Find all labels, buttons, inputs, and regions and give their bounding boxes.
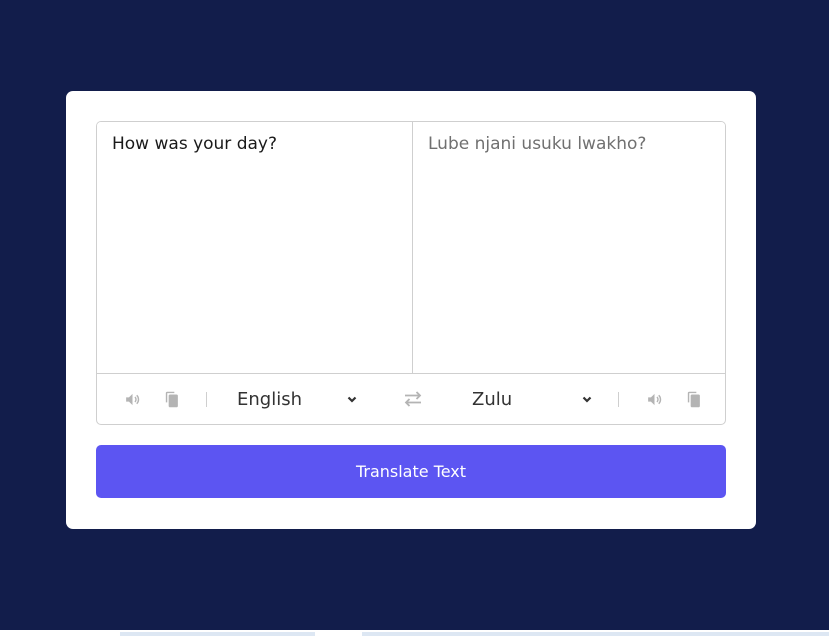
source-language-select[interactable]: English — [237, 389, 358, 410]
translate-button[interactable]: Translate Text — [96, 445, 726, 498]
copy-icon[interactable] — [161, 389, 181, 409]
target-language-select[interactable]: Zulu — [472, 389, 593, 410]
copy-icon[interactable] — [683, 389, 703, 409]
target-textarea[interactable]: Lube njani usuku lwakho? — [413, 122, 725, 373]
chevron-down-icon — [581, 390, 593, 409]
controls-bar: English Zulu — [97, 373, 725, 424]
translator-card: How was your day? Lube njani usuku lwakh… — [66, 91, 756, 529]
exchange-icon[interactable] — [403, 390, 423, 408]
source-text-panel: How was your day? — [97, 122, 411, 373]
taskbar-segment — [362, 632, 829, 636]
target-language-label: Zulu — [472, 388, 513, 410]
volume-icon[interactable] — [122, 389, 142, 409]
source-language-label: English — [237, 388, 302, 410]
source-textarea[interactable]: How was your day? — [97, 122, 411, 373]
chevron-down-icon — [346, 390, 358, 409]
volume-icon[interactable] — [644, 389, 664, 409]
target-text-panel: Lube njani usuku lwakho? — [412, 122, 725, 373]
translation-panel: How was your day? Lube njani usuku lwakh… — [96, 121, 726, 425]
taskbar-segment — [120, 632, 315, 636]
separator — [618, 391, 619, 407]
taskbar-strip — [0, 630, 829, 636]
separator — [206, 391, 207, 407]
